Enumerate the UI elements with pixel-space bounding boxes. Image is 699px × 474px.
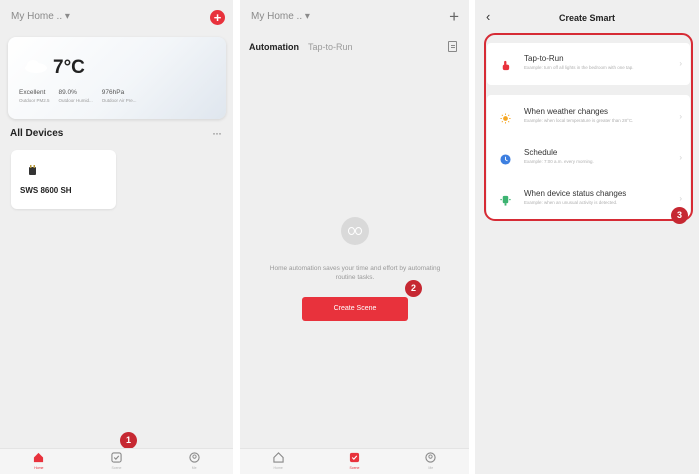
home-topbar: My Home .. ▾ + — [8, 9, 225, 29]
all-devices-heading: All Devices — [10, 128, 64, 139]
log-document-icon[interactable] — [448, 41, 457, 52]
tab-home[interactable]: Home — [256, 452, 300, 470]
scene-topbar: My Home .. ▾ + — [248, 7, 461, 29]
create-scene-button[interactable]: Create Scene — [302, 297, 408, 321]
step-badge-2: 2 — [405, 280, 422, 297]
empty-state-icon — [341, 217, 369, 245]
scene-tabs: Automation Tap-to-Run — [249, 42, 353, 52]
weather-card[interactable]: 7°C Excellent Outdoor PM2.5 89.0% Outdoo… — [8, 37, 226, 119]
tab-scene[interactable]: Scene — [94, 452, 138, 470]
step-badge-3: 3 — [671, 207, 688, 224]
home-selector[interactable]: My Home .. ▾ — [251, 11, 310, 22]
tab-me[interactable]: Me — [409, 452, 453, 470]
create-smart-screen: ‹ Create Smart Tap-to-Run Example: turn … — [475, 0, 699, 474]
profile-icon — [425, 452, 436, 463]
highlight-outline — [484, 33, 693, 221]
home-selector[interactable]: My Home .. ▾ — [11, 11, 70, 22]
bottom-tab-bar: Home Scene Me — [0, 448, 233, 474]
page-title: Create Smart — [558, 13, 616, 23]
home-icon — [273, 452, 284, 463]
device-card[interactable]: SWS 8600 SH — [11, 150, 116, 209]
more-options-icon[interactable]: ··· — [212, 126, 222, 140]
tab-tap-to-run[interactable]: Tap-to-Run — [308, 42, 353, 52]
profile-icon — [189, 452, 200, 463]
scene-checkbox-icon — [111, 452, 122, 463]
bottom-tab-bar: Home Scene Me — [240, 448, 469, 474]
tab-automation[interactable]: Automation — [249, 42, 299, 52]
smart-plug-icon — [29, 165, 36, 175]
weather-metric: Excellent Outdoor PM2.5 — [19, 89, 50, 103]
tab-home[interactable]: Home — [17, 452, 61, 470]
weather-metric: 976hPa Outdoor Air Pre... — [101, 89, 137, 103]
step-badge-1: 1 — [120, 432, 137, 449]
tab-scene[interactable]: Scene — [332, 452, 376, 470]
scene-checkbox-icon — [349, 452, 360, 463]
weather-metric: 89.0% Outdoor Humid... — [58, 89, 93, 103]
home-icon — [34, 452, 44, 463]
temperature-value: 7°C — [53, 57, 85, 78]
empty-state-text: Home automation saves your time and effo… — [269, 265, 441, 281]
home-screen: My Home .. ▾ + 7°C Excellent Outdoor PM2… — [0, 0, 233, 474]
add-device-button[interactable]: + — [210, 10, 225, 25]
tab-me[interactable]: Me — [172, 452, 216, 470]
add-scene-icon[interactable]: + — [449, 7, 459, 27]
cloud-icon — [25, 60, 47, 73]
device-name: SWS 8600 SH — [20, 186, 72, 195]
scene-screen: My Home .. ▾ + Automation Tap-to-Run Hom… — [240, 0, 469, 474]
